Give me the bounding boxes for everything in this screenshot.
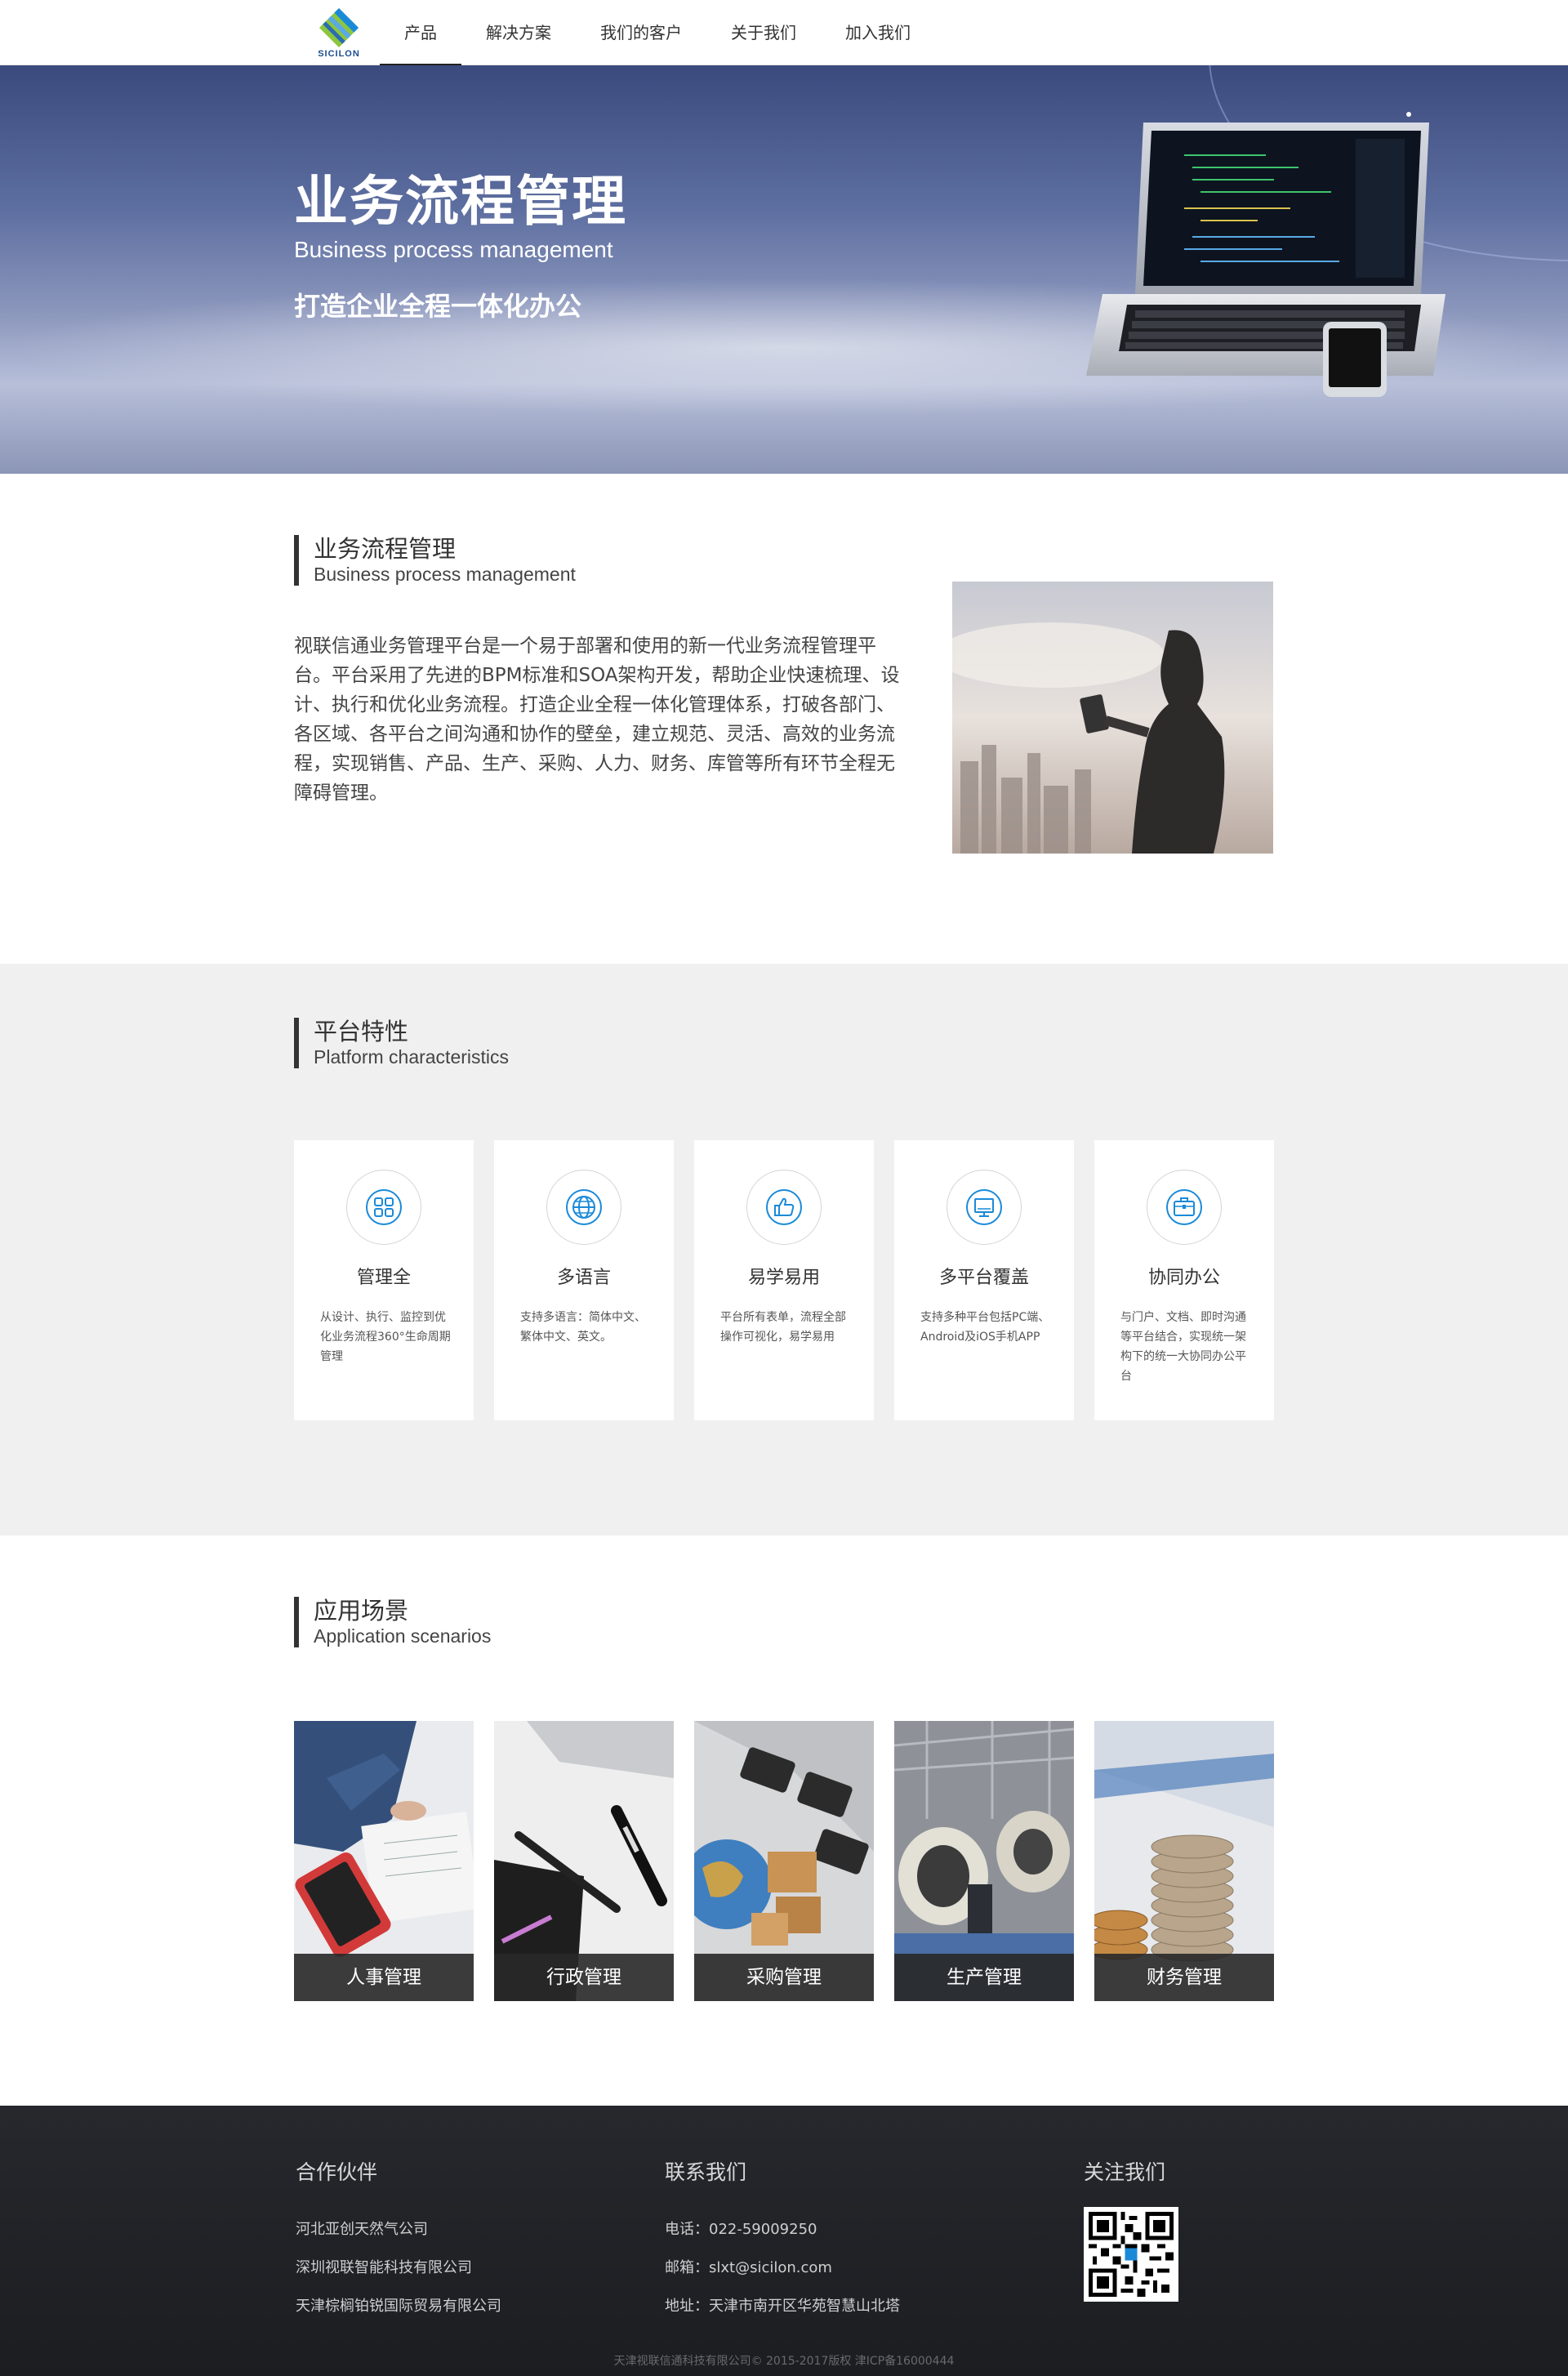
scenario-caption: 人事管理 (294, 1954, 474, 2001)
feature-title: 易学易用 (747, 1268, 820, 1288)
feature-title: 多语言 (556, 1268, 611, 1288)
intro-body: 视联信通业务管理平台是一个易于部署和使用的新一代业务流程管理平台。平台采用了先进… (294, 635, 900, 804)
scenarios-heading-en: Application scenarios (314, 1625, 492, 1647)
nav-item-join[interactable]: 加入我们 (821, 0, 935, 65)
feature-card-multilanguage: 多语言 支持多语言：简体中文、繁体中文、英文。 (494, 1140, 674, 1420)
intro-photo (952, 582, 1273, 854)
feature-card-easy: 易学易用 平台所有表单，流程全部操作可视化，易学易用 (694, 1140, 874, 1420)
intro-heading: 业务流程管理 Business process management (294, 535, 576, 586)
partners-heading: 合作伙伴 (296, 2160, 378, 2184)
features-heading-zh: 平台特性 (314, 1018, 409, 1045)
nav-item-products[interactable]: 产品 (380, 0, 461, 66)
follow-heading: 关注我们 (1084, 2160, 1166, 2184)
globe-icon (566, 1189, 602, 1225)
feature-icon-ring (746, 1170, 822, 1245)
scenario-caption: 采购管理 (694, 1954, 874, 2001)
feature-desc: 与门户、文档、即时沟通等平台结合，实现统一架构下的统一大协同办公平台 (1120, 1311, 1246, 1383)
scenarios-heading-zh: 应用场景 (314, 1597, 409, 1625)
hero-subtitle: Business process management (294, 237, 613, 262)
partner-link[interactable]: 河北亚创天然气公司 (296, 2210, 501, 2249)
scenario-caption: 行政管理 (494, 1954, 674, 2001)
feature-desc: 支持多种平台包括PC端、Android及iOS手机APP (920, 1311, 1050, 1344)
scenario-hr[interactable]: 人事管理 (294, 1721, 474, 2001)
contact-heading: 联系我们 (665, 2160, 747, 2184)
feature-title: 多平台覆盖 (938, 1268, 1029, 1288)
scenarios-heading: 应用场景 Application scenarios (294, 1597, 491, 1647)
feature-icon-ring (546, 1170, 621, 1245)
copyright-text: 天津视联信通科技有限公司© 2015-2017版权 津ICP备16000444 (613, 2355, 955, 2368)
feature-icon-ring (947, 1170, 1022, 1245)
feature-icon-ring (1147, 1170, 1222, 1245)
partner-link[interactable]: 天津棕榈铂锐国际贸易有限公司 (296, 2287, 501, 2325)
nav-item-about[interactable]: 关于我们 (706, 0, 821, 65)
feature-desc: 平台所有表单，流程全部操作可视化，易学易用 (720, 1311, 846, 1344)
grid-icon (366, 1189, 402, 1225)
nav-menu: 产品 解决方案 我们的客户 关于我们 加入我们 (380, 0, 935, 66)
partner-link[interactable]: 深圳视联智能科技有限公司 (296, 2249, 501, 2287)
feature-icon-ring (346, 1170, 421, 1245)
company-logo[interactable]: SICILON (310, 7, 368, 60)
feature-card-collaboration: 协同办公 与门户、文档、即时沟通等平台结合，实现统一架构下的统一大协同办公平台 (1094, 1140, 1274, 1420)
thumbs-up-icon (766, 1189, 802, 1225)
monitor-icon (966, 1189, 1002, 1225)
top-nav: SICILON 产品 解决方案 我们的客户 关于我们 加入我们 (0, 0, 1568, 66)
contact-email[interactable]: 邮箱：slxt@sicilon.com (665, 2249, 900, 2287)
scenario-caption: 财务管理 (1094, 1954, 1274, 2001)
feature-card-management: 管理全 从设计、执行、监控到优化业务流程360°生命周期管理 (294, 1140, 474, 1420)
scenario-procurement[interactable]: 采购管理 (694, 1721, 874, 2001)
intro-heading-zh: 业务流程管理 (314, 535, 457, 563)
scenario-production[interactable]: 生产管理 (894, 1721, 1074, 2001)
hero-title: 业务流程管理 (294, 170, 627, 233)
feature-desc: 从设计、执行、监控到优化业务流程360°生命周期管理 (320, 1311, 451, 1363)
scenario-finance[interactable]: 财务管理 (1094, 1721, 1274, 2001)
contact-address: 地址：天津市南开区华苑智慧山北塔 (665, 2298, 900, 2315)
features-heading-en: Platform characteristics (314, 1046, 510, 1068)
footer-partners: 合作伙伴 河北亚创天然气公司 深圳视联智能科技有限公司 天津棕榈铂锐国际贸易有限… (296, 2156, 501, 2325)
laptop-image (1086, 112, 1446, 397)
intro-heading-en: Business process management (314, 564, 576, 585)
contact-phone: 电话：022-59009250 (665, 2221, 817, 2238)
feature-desc: 支持多语言：简体中文、繁体中文、英文。 (520, 1311, 646, 1344)
hero-slogan: 打造企业全程一体化办公 (294, 291, 582, 322)
feature-title: 协同办公 (1147, 1268, 1220, 1288)
hero-banner: 业务流程管理 Business process management 打造企业全… (0, 65, 1568, 474)
qr-code-icon (1084, 2207, 1178, 2302)
footer-follow: 关注我们 (1084, 2156, 1165, 2210)
nav-item-solutions[interactable]: 解决方案 (461, 0, 576, 65)
features-heading: 平台特性 Platform characteristics (294, 1018, 509, 1068)
logo-text: SICILON (318, 49, 360, 59)
feature-title: 管理全 (356, 1268, 411, 1288)
scenario-caption: 生产管理 (894, 1954, 1074, 2001)
nav-item-customers[interactable]: 我们的客户 (576, 0, 706, 65)
feature-card-multiplatform: 多平台覆盖 支持多种平台包括PC端、Android及iOS手机APP (894, 1140, 1074, 1420)
footer: 合作伙伴 河北亚创天然气公司 深圳视联智能科技有限公司 天津棕榈铂锐国际贸易有限… (0, 2106, 1568, 2376)
footer-contact: 联系我们 电话：022-59009250 邮箱：slxt@sicilon.com… (665, 2156, 900, 2325)
scenario-admin[interactable]: 行政管理 (494, 1721, 674, 2001)
briefcase-icon (1166, 1189, 1202, 1225)
